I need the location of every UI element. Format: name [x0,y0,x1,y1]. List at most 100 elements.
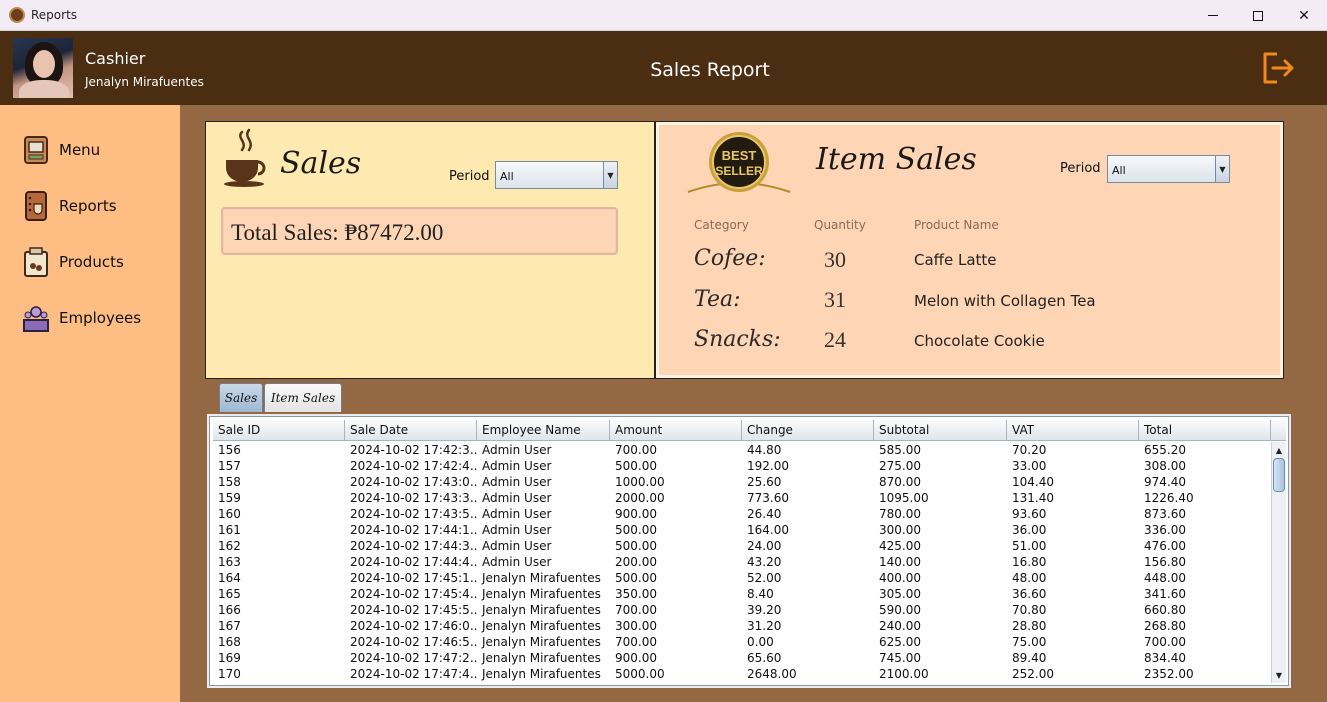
column-header-vat[interactable]: VAT [1007,420,1139,441]
total-cell: 660.80 [1144,603,1186,617]
tab-sales[interactable]: Sales [219,383,263,412]
column-header-employee-name[interactable]: Employee Name [477,420,610,441]
total-cell: 2352.00 [1144,667,1194,681]
sale-date-cell: 2024-10-02 17:43:5... [350,507,477,521]
table-scrollbar[interactable]: ▲ ▼ [1271,442,1286,683]
maximize-button[interactable] [1235,0,1281,31]
sale-id-cell: 167 [218,619,241,633]
sale-date-cell: 2024-10-02 17:42:3... [350,443,477,457]
item-sales-period-select[interactable]: All ▼ [1107,155,1230,183]
category-column-header: Category [694,218,749,232]
table-row[interactable]: 168 2024-10-02 17:46:5... Jenalyn Mirafuen… [213,634,1271,650]
sale-id-cell: 157 [218,459,241,473]
sidebar-item-reports[interactable]: Reports [20,189,170,223]
minimize-button[interactable] [1190,0,1236,31]
title-bar: Reports ✕ [0,0,1327,31]
table-row[interactable]: 163 2024-10-02 17:44:4... Admin User 200.00… [213,554,1271,570]
table-row[interactable]: 157 2024-10-02 17:42:4... Admin User 500.00… [213,458,1271,474]
change-cell: 65.60 [747,651,782,665]
product-name: Chocolate Cookie [914,332,1045,350]
logout-icon[interactable] [1261,51,1297,85]
amount-cell: 200.00 [615,555,657,569]
employee-name-cell: Jenalyn Mirafuentes [482,571,601,585]
user-name: Jenalyn Mirafuentes [85,75,204,89]
window-title: Reports [31,8,78,22]
subtotal-cell: 300.00 [879,523,921,537]
badge-text-best: BEST [722,148,757,163]
total-cell: 476.00 [1144,539,1186,553]
amount-cell: 700.00 [615,443,657,457]
products-icon [24,247,48,277]
close-button[interactable]: ✕ [1281,0,1327,31]
sales-panel: Sales Period All ▼ Total Sales: ₱87472.0… [205,121,655,379]
employee-name-cell: Jenalyn Mirafuentes [482,587,601,601]
product-name: Caffe Latte [914,251,997,269]
sale-date-cell: 2024-10-02 17:46:5... [350,635,477,649]
sales-period-select[interactable]: All ▼ [495,161,618,189]
minimize-icon [1208,15,1218,16]
column-header-sale-id[interactable]: Sale ID [213,420,345,441]
table-row[interactable]: 160 2024-10-02 17:43:5... Admin User 900.00… [213,506,1271,522]
sale-id-cell: 168 [218,635,241,649]
sidebar-item-employees[interactable]: Employees [20,301,170,335]
vat-cell: 93.60 [1012,507,1047,521]
item-sales-title: Item Sales [816,142,977,177]
table-row[interactable]: 167 2024-10-02 17:46:0... Jenalyn Mirafuen… [213,618,1271,634]
scrollbar-thumb[interactable] [1273,458,1285,492]
scroll-up-icon[interactable]: ▲ [1272,443,1286,457]
employee-name-cell: Jenalyn Mirafuentes [482,619,601,633]
total-cell: 448.00 [1144,571,1186,585]
sidebar: Menu Reports Products Employees [0,105,180,702]
quantity-value: 24 [824,327,846,352]
column-header-total[interactable]: Total [1139,420,1271,441]
table-row[interactable]: 158 2024-10-02 17:43:0... Admin User 1000.0… [213,474,1271,490]
table-header: Sale ID Sale Date Employee Name Amount C… [213,420,1271,441]
table-row[interactable]: 169 2024-10-02 17:47:2... Jenalyn Mirafuen… [213,650,1271,666]
amount-cell: 500.00 [615,539,657,553]
table-row[interactable]: 165 2024-10-02 17:45:4... Jenalyn Mirafuen… [213,586,1271,602]
total-cell: 308.00 [1144,459,1186,473]
table-row[interactable]: 170 2024-10-02 17:47:4... Jenalyn Mirafuen… [213,666,1271,682]
table-body: 156 2024-10-02 17:42:3... Admin User 700.00… [213,442,1271,682]
sidebar-item-menu[interactable]: Menu [20,133,170,167]
table-row[interactable]: 164 2024-10-02 17:45:1... Jenalyn Mirafuen… [213,570,1271,586]
product-name-column-header: Product Name [914,218,999,232]
sale-id-cell: 164 [218,571,241,585]
sale-date-cell: 2024-10-02 17:45:5... [350,603,477,617]
subtotal-cell: 275.00 [879,459,921,473]
vat-cell: 89.40 [1012,651,1047,665]
sidebar-item-label: Reports [59,197,117,215]
category-label: Snacks: [694,327,781,352]
sale-id-cell: 156 [218,443,241,457]
sidebar-item-products[interactable]: Products [20,245,170,279]
change-cell: 0.00 [747,635,774,649]
sale-id-cell: 163 [218,555,241,569]
sale-date-cell: 2024-10-02 17:44:1... [350,523,477,537]
table-row[interactable]: 166 2024-10-02 17:45:5... Jenalyn Mirafuen… [213,602,1271,618]
maximize-icon [1253,10,1263,21]
subtotal-cell: 1095.00 [879,491,929,505]
table-row[interactable]: 156 2024-10-02 17:42:3... Admin User 700.00… [213,442,1271,458]
subtotal-cell: 625.00 [879,635,921,649]
employee-name-cell: Jenalyn Mirafuentes [482,667,601,681]
column-header-sale-date[interactable]: Sale Date [345,420,477,441]
total-cell: 834.40 [1144,651,1186,665]
change-cell: 8.40 [747,587,774,601]
total-sales-field: Total Sales: ₱87472.00 [221,207,618,255]
sale-id-cell: 160 [218,507,241,521]
change-cell: 44.80 [747,443,782,457]
table-row[interactable]: 162 2024-10-02 17:44:3... Admin User 500.00… [213,538,1271,554]
column-header-change[interactable]: Change [742,420,874,441]
table-row[interactable]: 161 2024-10-02 17:44:1... Admin User 500.00… [213,522,1271,538]
sale-id-cell: 170 [218,667,241,681]
table-row[interactable]: 159 2024-10-02 17:43:3... Admin User 2000.0… [213,490,1271,506]
column-header-subtotal[interactable]: Subtotal [874,420,1007,441]
total-cell: 156.80 [1144,555,1186,569]
scroll-down-icon[interactable]: ▼ [1272,668,1286,682]
amount-cell: 350.00 [615,587,657,601]
sale-date-cell: 2024-10-02 17:47:4... [350,667,477,681]
vat-cell: 75.00 [1012,635,1047,649]
column-header-amount[interactable]: Amount [610,420,742,441]
tab-item-sales[interactable]: Item Sales [264,383,342,412]
sidebar-item-label: Products [59,253,124,271]
